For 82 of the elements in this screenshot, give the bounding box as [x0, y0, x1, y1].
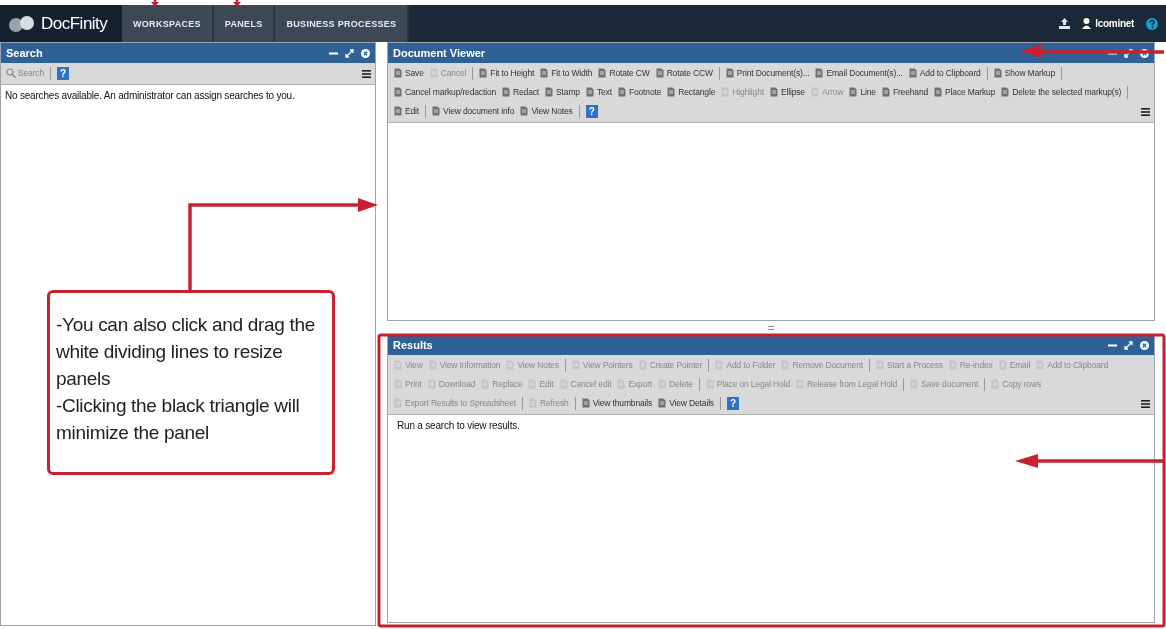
toolbar-button[interactable]: Rectangle	[664, 83, 719, 101]
toolbar-button[interactable]: Freehand	[878, 83, 932, 101]
empty-message: Run a search to view results.	[397, 420, 521, 431]
toolbar-button[interactable]: Line	[846, 83, 879, 101]
maximize-icon[interactable]	[1124, 48, 1133, 58]
maximize-icon[interactable]	[345, 48, 354, 58]
help-button[interactable]: ?	[585, 104, 598, 118]
toolbar-button[interactable]: Add to Clipboard	[905, 64, 984, 82]
menu-icon[interactable]	[1141, 400, 1150, 408]
toolbar-button[interactable]: Delete the selected markup(s)	[998, 83, 1125, 101]
nav-tab[interactable]: BUSINESS PROCESSES	[275, 5, 410, 42]
page-icon	[393, 87, 403, 97]
resize-grip-icon[interactable]	[768, 325, 774, 330]
page-icon	[501, 87, 512, 97]
toolbar-button[interactable]: Fit to Height	[476, 64, 538, 82]
page-icon	[814, 68, 825, 78]
toolbar-button[interactable]: Cancel markup/redaction	[391, 83, 500, 101]
toolbar-button[interactable]: Rotate CW	[595, 64, 653, 82]
toolbar-button[interactable]: Save	[391, 64, 427, 82]
toolbar-button[interactable]: View Notes	[517, 102, 576, 120]
page-icon	[544, 87, 555, 97]
close-icon[interactable]	[361, 48, 370, 58]
toolbar-button[interactable]: View document info	[429, 102, 518, 120]
annotation-arrow	[233, 0, 241, 7]
close-icon[interactable]	[1140, 340, 1149, 350]
maximize-icon[interactable]	[1124, 340, 1133, 350]
toolbar-button[interactable]: Redact	[499, 83, 543, 101]
page-icon	[1000, 87, 1011, 97]
logo-text: DocFinity	[41, 13, 108, 34]
toolbar-button[interactable]: Stamp	[542, 83, 583, 101]
panel-title: Document Viewer	[393, 47, 486, 59]
toolbar-button[interactable]: View thumbnails	[578, 394, 656, 412]
help-button[interactable]: ?	[57, 66, 70, 80]
toolbar-button[interactable]: Print Document(s)...	[722, 64, 813, 82]
page-icon	[616, 87, 627, 97]
page-icon	[666, 87, 677, 97]
page-icon	[907, 68, 918, 78]
page-icon	[724, 68, 735, 78]
page-icon	[768, 87, 779, 97]
toolbar-button[interactable]: Show Markup	[990, 64, 1059, 82]
menu-icon[interactable]	[1141, 108, 1150, 116]
nav-tab[interactable]: PANELS	[213, 5, 276, 42]
toolbar-button[interactable]: Email Document(s)...	[812, 64, 906, 82]
panel-title: Results	[393, 339, 433, 351]
help-button[interactable]: ?	[727, 396, 739, 410]
toolbar-button[interactable]: Text	[582, 83, 615, 101]
page-icon	[933, 87, 944, 97]
page-icon	[478, 68, 489, 78]
callout-text: -Clicking the black triangle will minimize the panel	[56, 394, 301, 445]
user-menu[interactable]: lcominet	[1082, 18, 1134, 29]
page-icon	[880, 87, 891, 97]
toolbar-button[interactable]: Rotate CCW	[652, 64, 716, 82]
toolbar-button[interactable]: Footnote	[614, 83, 665, 101]
page-icon	[992, 68, 1003, 78]
page-icon	[539, 68, 550, 78]
help-icon[interactable]	[1146, 17, 1158, 30]
page-icon	[393, 68, 403, 78]
annotation-arrow	[151, 0, 159, 7]
page-icon	[657, 398, 668, 408]
toolbar-button[interactable]: Edit	[391, 102, 423, 120]
page-icon	[597, 68, 608, 78]
logo-icon	[8, 15, 36, 32]
toolbar-button[interactable]: View Details	[655, 394, 717, 412]
upload-icon[interactable]	[1059, 18, 1071, 29]
toolbar-button[interactable]: Fit to Width	[537, 64, 596, 82]
page-icon	[580, 398, 591, 408]
page-icon	[431, 106, 442, 116]
page-icon	[848, 87, 859, 97]
magnifier-icon	[6, 68, 16, 78]
page-icon	[519, 106, 530, 116]
page-icon	[393, 106, 403, 116]
nav-tab[interactable]: WORKSPACES	[122, 5, 214, 42]
panel-title: Search	[6, 47, 43, 59]
page-icon	[584, 87, 595, 97]
close-icon[interactable]	[1140, 48, 1149, 58]
toolbar-button[interactable]: Place Markup	[931, 83, 999, 101]
page-icon	[654, 68, 665, 78]
menu-icon[interactable]	[362, 70, 371, 78]
callout-text: -You can also click and drag the white dividing lines to resize panels	[56, 313, 317, 391]
user-icon	[1082, 18, 1092, 29]
toolbar-button[interactable]: Ellipse	[766, 83, 808, 101]
empty-message: No searches available. An administrator can assign searches to you.	[5, 90, 296, 101]
